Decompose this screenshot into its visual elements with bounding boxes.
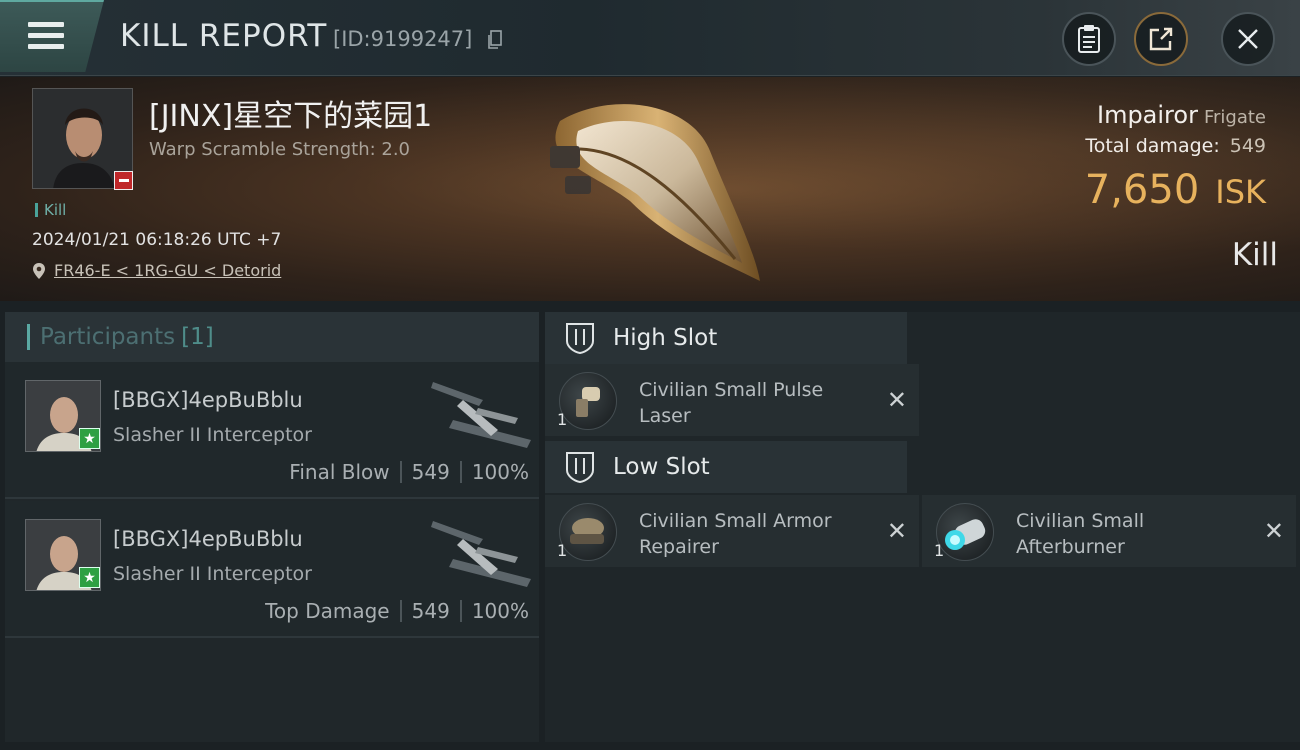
result-label: Kill	[1231, 237, 1278, 273]
laser-module-icon	[559, 372, 617, 430]
location-link[interactable]: FR46-E < 1RG-GU < Detorid	[54, 261, 281, 280]
participant-row[interactable]: ★ [BBGX]4epBuBblu Slasher II Interceptor…	[5, 501, 539, 638]
participant-tag: Final Blow	[289, 460, 390, 484]
participants-panel: Participants [1] ★ [BBGX]4epBuBblu Slash…	[5, 312, 539, 742]
high-slot-title: High Slot	[613, 325, 718, 351]
participant-ship: Slasher II Interceptor	[113, 424, 312, 446]
total-damage: Total damage: 549	[1085, 135, 1266, 157]
participants-header[interactable]: Participants [1]	[5, 312, 539, 362]
friendly-badge: ★	[79, 428, 100, 449]
participant-row[interactable]: ★ [BBGX]4epBuBblu Slasher II Interceptor…	[5, 362, 539, 499]
module-name: Civilian Small Pulse Laser	[639, 379, 824, 427]
x-icon: ✕	[886, 517, 907, 545]
header-bar: KILL REPORT [ID:9199247]	[0, 0, 1300, 76]
close-icon	[1238, 29, 1258, 49]
module-item[interactable]: 1 Civilian Small Pulse Laser ✕	[545, 364, 919, 436]
participant-ship-icon	[431, 382, 531, 448]
share-icon	[1149, 27, 1173, 51]
participant-damage: 549	[411, 460, 450, 484]
participant-name[interactable]: [BBGX]4epBuBblu	[113, 388, 303, 412]
participant-name[interactable]: [BBGX]4epBuBblu	[113, 527, 303, 551]
module-name: Civilian Small Armor Repairer	[639, 510, 832, 558]
menu-button[interactable]	[0, 0, 104, 72]
kill-location[interactable]: FR46-E < 1RG-GU < Detorid	[32, 261, 281, 280]
victim-banner: [JINX]星空下的菜园1 Warp Scramble Strength: 2.…	[0, 77, 1300, 301]
slot-icon	[563, 321, 597, 355]
victim-portrait[interactable]	[32, 88, 133, 189]
kill-tag: Kill	[35, 201, 66, 219]
share-button[interactable]	[1134, 12, 1188, 66]
clipboard-button[interactable]	[1062, 12, 1116, 66]
clipboard-icon	[1078, 25, 1100, 53]
isk-value: 7,650 ISK	[1084, 167, 1266, 213]
victim-name[interactable]: [JINX]星空下的菜园1	[149, 91, 432, 135]
module-name: Civilian Small Afterburner	[1016, 510, 1145, 558]
ship-name[interactable]: Impairor Frigate	[1097, 101, 1266, 129]
low-slot-header: Low Slot	[545, 441, 907, 493]
participants-count: [1]	[181, 324, 214, 350]
copy-icon[interactable]	[487, 30, 503, 50]
friendly-badge: ★	[79, 567, 100, 588]
afterburner-module-icon	[936, 503, 994, 561]
ship-image	[550, 104, 760, 281]
low-slot-title: Low Slot	[613, 454, 710, 480]
participant-stats: Top Damage 549 100%	[265, 599, 529, 623]
location-pin-icon	[33, 262, 45, 279]
armor-repairer-module-icon	[559, 503, 617, 561]
module-item[interactable]: 1 Civilian Small Armor Repairer ✕	[545, 495, 919, 567]
close-button[interactable]	[1221, 12, 1275, 66]
module-quantity: 1	[557, 541, 568, 560]
participant-damage: 549	[411, 599, 450, 623]
participant-percent: 100%	[471, 599, 529, 623]
participants-title: Participants	[40, 324, 176, 350]
module-quantity: 1	[934, 541, 945, 560]
kill-id: [ID:9199247]	[333, 27, 473, 51]
slot-icon	[563, 450, 597, 484]
page-title: KILL REPORT	[120, 18, 328, 54]
high-slot-header: High Slot	[545, 312, 907, 364]
fitting-panel: High Slot 1 Civilian Small Pulse Laser ✕…	[545, 312, 1300, 742]
participant-tag: Top Damage	[265, 599, 390, 623]
avatar	[33, 89, 132, 188]
warp-scramble-strength: Warp Scramble Strength: 2.0	[149, 139, 411, 160]
x-icon: ✕	[886, 386, 907, 414]
module-quantity: 1	[557, 410, 568, 429]
participant-stats: Final Blow 549 100%	[289, 460, 529, 484]
module-item[interactable]: 1 Civilian Small Afterburner ✕	[922, 495, 1296, 567]
participant-percent: 100%	[471, 460, 529, 484]
hostile-badge	[114, 171, 133, 190]
x-icon: ✕	[1263, 517, 1284, 545]
participant-ship-icon	[431, 521, 531, 587]
menu-icon	[28, 22, 64, 50]
participant-ship: Slasher II Interceptor	[113, 563, 312, 585]
kill-datetime: 2024/01/21 06:18:26 UTC +7	[32, 230, 282, 250]
